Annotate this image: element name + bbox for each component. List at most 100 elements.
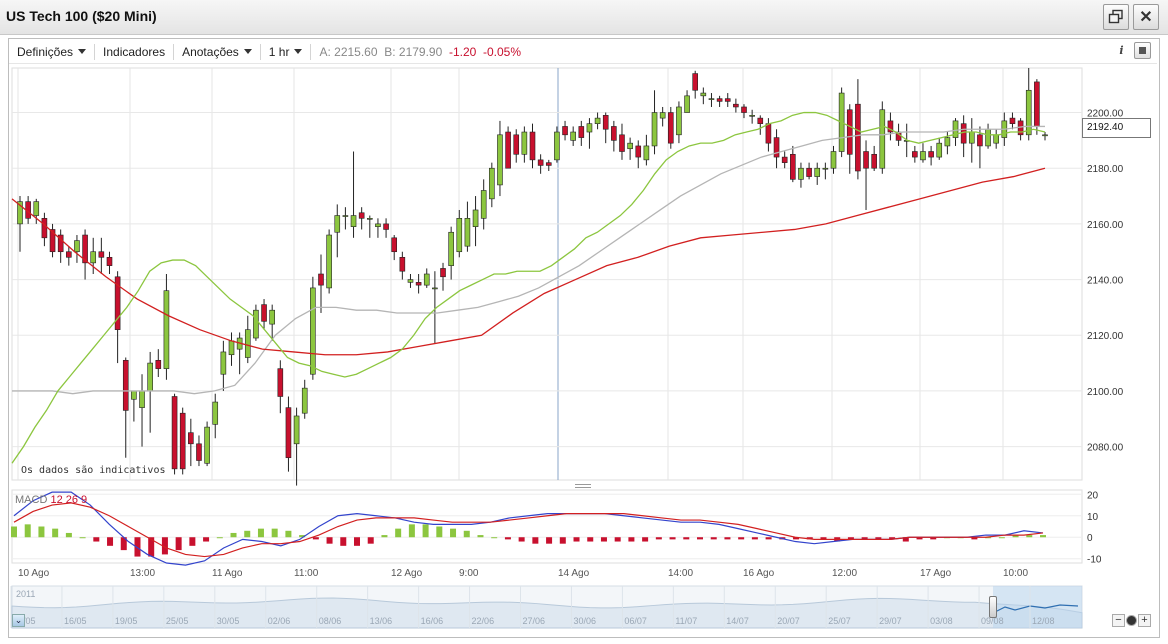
candle-body — [684, 95, 690, 113]
macd-histogram-bar — [436, 526, 443, 538]
macd-histogram-bar — [367, 537, 374, 544]
macd-tick-label: -10 — [1087, 555, 1102, 566]
candle-body — [562, 126, 568, 136]
date-tick-label: 17 Ago — [920, 568, 952, 579]
macd-histogram-bar — [655, 537, 662, 540]
candle-body — [310, 287, 316, 375]
candle-body — [318, 273, 324, 286]
candle-body — [407, 279, 414, 283]
macd-histogram-bar — [738, 537, 745, 540]
candle-body — [651, 112, 658, 147]
candle-body — [375, 223, 381, 227]
candle-body — [513, 134, 520, 155]
candle-body — [830, 151, 837, 169]
macd-params: 12 26 9 — [50, 494, 88, 506]
navigator-date-label: 08/06 — [319, 616, 342, 626]
navigator-date-label: 03/08 — [930, 616, 953, 626]
candle-body — [912, 151, 918, 158]
candle-body — [326, 234, 332, 289]
candle-body — [594, 117, 601, 124]
candle-body — [456, 218, 463, 253]
pane-splitter[interactable] — [575, 484, 591, 488]
macd-histogram-bar — [381, 535, 388, 538]
candle — [326, 229, 332, 294]
candle-body — [505, 131, 511, 169]
macd-histogram-bar — [642, 537, 649, 542]
macd-tick-label: 20 — [1087, 490, 1099, 501]
navigator-date-label: 29/07 — [879, 616, 902, 626]
candle-body — [220, 351, 227, 375]
candle-body — [228, 340, 235, 356]
macd-tick-label: 10 — [1087, 512, 1099, 523]
candle-body — [301, 387, 308, 414]
candle-body — [472, 209, 479, 227]
price-chart[interactable]: 2080.00 2100.00 2120.00 2140.00 2160.00 2180.… — [0, 0, 1168, 644]
candle-body — [554, 131, 560, 161]
date-tick-label: 11:00 — [294, 568, 319, 579]
macd-histogram-bar — [518, 537, 525, 542]
macd-plot-area — [11, 489, 1083, 564]
navigator-date-label: 02/06 — [268, 616, 291, 626]
candle-body — [765, 123, 772, 144]
candle — [253, 304, 259, 341]
macd-histogram-bar — [683, 537, 690, 540]
candle — [171, 393, 178, 475]
candle-body — [822, 167, 829, 170]
scroll-down-icon[interactable]: ⌄ — [12, 614, 25, 627]
macd-histogram-bar — [998, 537, 1005, 539]
macd-histogram-bar — [65, 532, 72, 538]
candle-body — [619, 134, 625, 152]
candle-body — [147, 362, 153, 392]
candle-body — [855, 103, 861, 172]
candle-body — [179, 412, 186, 470]
candle-body — [1042, 134, 1048, 137]
zoom-out-button[interactable]: − — [1112, 614, 1125, 627]
candle-body — [578, 126, 585, 138]
candle-body — [529, 131, 536, 161]
macd-histogram-bar — [614, 537, 621, 542]
navigator-dot-icon[interactable] — [1126, 615, 1137, 626]
date-tick-label: 10 Ago — [18, 568, 50, 579]
candle-body — [537, 159, 544, 166]
candle-body — [781, 156, 788, 163]
zoom-in-button[interactable]: + — [1138, 614, 1151, 627]
candle — [310, 276, 316, 380]
navigator-date-label: 13/06 — [370, 616, 393, 626]
candle-body — [285, 407, 292, 459]
macd-histogram-bar — [203, 537, 210, 542]
candle-body — [188, 432, 194, 445]
candle-body — [733, 103, 739, 108]
candle-body — [33, 201, 40, 216]
candle-body — [960, 123, 967, 144]
candle-body — [968, 131, 975, 144]
price-tick-label: 2160.00 — [1087, 220, 1124, 231]
candle-body — [171, 396, 178, 470]
macd-histogram-bar — [271, 528, 278, 538]
macd-histogram-bar — [422, 524, 429, 538]
macd-histogram-bar — [463, 530, 470, 538]
candle-body — [586, 123, 593, 133]
date-tick-label: 10:00 — [1003, 568, 1028, 579]
candle-body — [155, 359, 162, 369]
price-tick-label: 2100.00 — [1087, 387, 1124, 398]
navigator-date-label: 16/06 — [421, 616, 444, 626]
candle-body — [106, 256, 113, 266]
date-tick-label: 16 Ago — [743, 568, 775, 579]
macd-histogram-bar — [600, 537, 607, 542]
candle-body — [1009, 117, 1016, 124]
candle-body — [139, 390, 145, 408]
macd-histogram-bar — [395, 528, 402, 538]
macd-histogram-bar — [450, 528, 457, 538]
macd-histogram-bar — [175, 537, 182, 551]
candle-body — [871, 153, 877, 169]
macd-histogram-bar — [724, 537, 731, 540]
navigator-handle[interactable] — [989, 596, 997, 618]
macd-histogram-bar — [697, 537, 703, 540]
candle-body — [253, 309, 259, 339]
candle-body — [448, 231, 454, 266]
macd-histogram-bar — [257, 528, 264, 538]
candle-body — [667, 112, 674, 144]
navigator-year-label: 2011 — [16, 589, 35, 599]
candle-body — [131, 390, 137, 400]
macd-histogram-bar — [765, 537, 772, 540]
